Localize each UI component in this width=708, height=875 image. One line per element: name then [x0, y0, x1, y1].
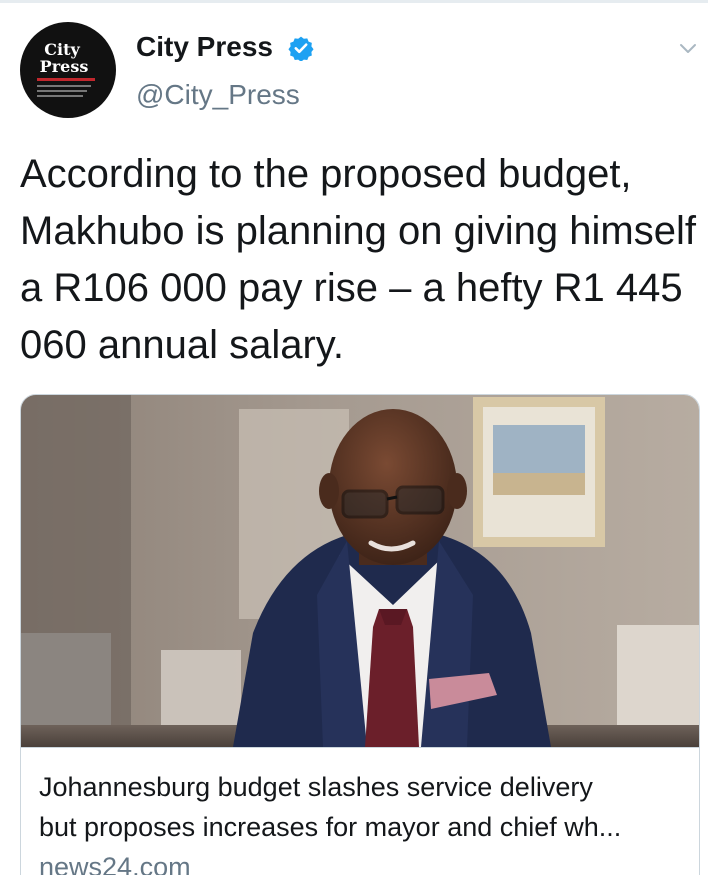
tweet-text: According to the proposed budget, Makhub…	[20, 152, 696, 367]
top-divider	[0, 0, 708, 3]
account-handle[interactable]: @City_Press	[136, 78, 300, 112]
avatar-logo-fineprint	[37, 95, 83, 97]
link-card-divider	[21, 747, 699, 748]
avatar-logo-line1: City	[44, 40, 80, 59]
link-card-domain[interactable]: news24.com	[39, 847, 191, 875]
link-card-title[interactable]: Johannesburg budget slashes service deli…	[39, 767, 689, 847]
link-card-image[interactable]	[21, 395, 699, 747]
avatar-logo-strip	[37, 78, 95, 81]
tweet-view: City Press City Press @City_Press Accord…	[0, 0, 708, 875]
chevron-down-icon[interactable]	[678, 38, 698, 58]
avatar-logo-fineprint	[37, 85, 91, 87]
avatar-logo-fineprint	[37, 90, 87, 92]
avatar-logo-line2: Press	[39, 57, 89, 76]
avatar[interactable]: City Press	[20, 22, 116, 118]
link-card[interactable]: Johannesburg budget slashes service deli…	[20, 394, 700, 875]
verified-badge-icon	[288, 36, 314, 61]
display-name[interactable]: City Press	[136, 30, 273, 64]
